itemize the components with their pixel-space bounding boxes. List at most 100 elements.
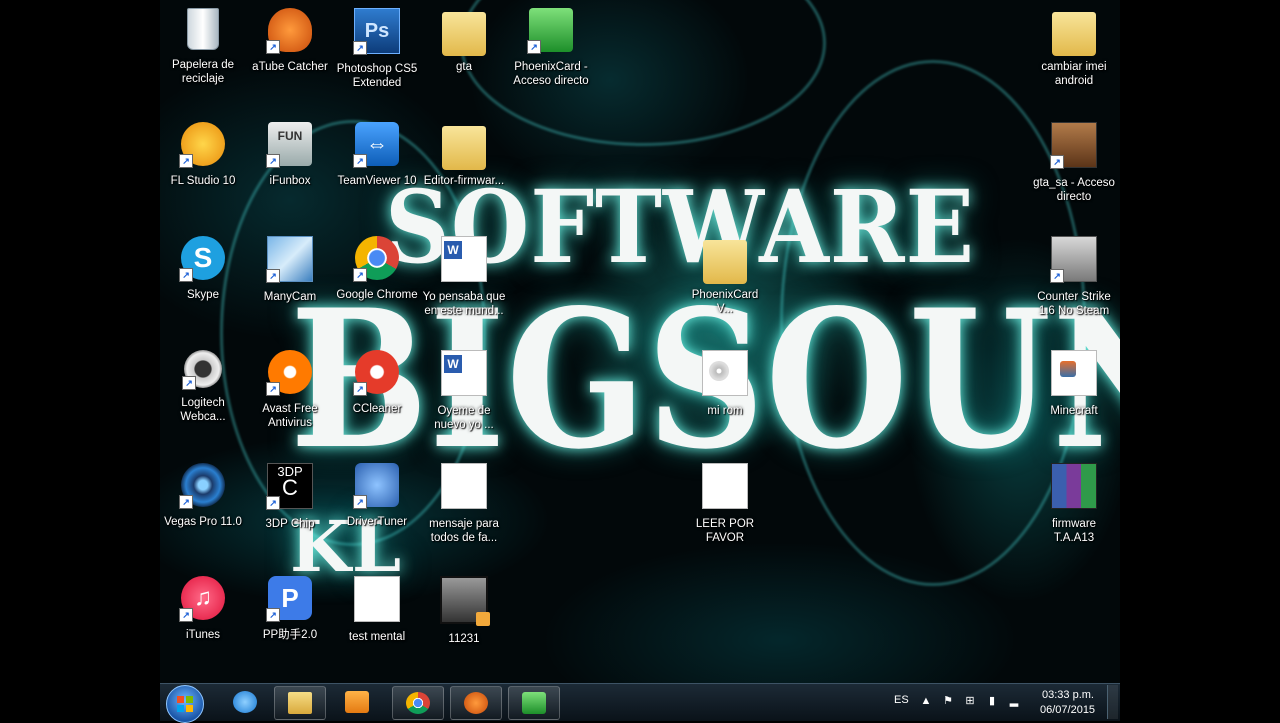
desktop-icon-label: 3DP Chip (265, 518, 315, 530)
vegas-pro-icon: ↗ (179, 463, 225, 509)
phoenixcard-icon: ↗ (527, 8, 573, 54)
desktop-icon-chrome[interactable]: ↗ Google Chrome (335, 236, 419, 302)
phoenixcard-icon (522, 692, 546, 714)
desktop-icon-flstudio[interactable]: ↗ FL Studio 10 (161, 122, 245, 188)
language-indicator[interactable]: ES (894, 694, 909, 706)
desktop-icon-label: Papelera de reciclaje (171, 59, 235, 85)
show-hidden-icons-icon[interactable]: ▲ (920, 695, 932, 707)
desktop-icon-skype[interactable]: S ↗ Skype (161, 236, 245, 302)
clock-date[interactable]: 06/07/2015 (1040, 704, 1095, 716)
action-center-flag-icon[interactable]: ⚑ (942, 695, 954, 707)
desktop-icon-vegas[interactable]: ↗ Vegas Pro 11.0 (161, 463, 245, 529)
desktop-icon-phoenixcard[interactable]: ↗ PhoenixCard - Acceso directo (509, 8, 593, 88)
taskbar: ES ▲ ⚑ ⊞ ▮ ▂ 03:33 p.m. 06/07/2015 (160, 683, 1120, 723)
desktop-icon-label: DriverTuner (346, 516, 408, 528)
desktop-icon-firmware[interactable]: firmware T.A.A13 (1032, 463, 1116, 545)
desktop-icon-cs[interactable]: ↗ Counter Strike 1.6 No Steam (1032, 236, 1116, 318)
winrar-archive-icon (1051, 463, 1097, 509)
desktop-icon-leer[interactable]: LEER POR FAVOR (683, 463, 767, 545)
desktop-icon-yopensaba[interactable]: Yo pensaba que en este mund... (422, 236, 506, 318)
taskbar-internet-explorer[interactable] (220, 686, 270, 718)
taskbar-phoenixcard[interactable] (508, 686, 560, 720)
desktop-icon-test[interactable]: test mental (335, 576, 419, 644)
desktop-icon-label: LEER POR FAVOR (695, 518, 755, 544)
desktop-icon-mensaje[interactable]: mensaje para todos de fa... (422, 463, 506, 545)
word-document-icon (441, 350, 487, 396)
internet-explorer-icon (233, 691, 257, 713)
video-file-icon (440, 576, 490, 626)
chrome-icon (406, 692, 430, 714)
desktop-icon-itunes[interactable]: ♫ ↗ iTunes (161, 576, 245, 642)
avast-icon: ↗ (266, 350, 312, 396)
desktop-icon-3dp[interactable]: 3DP C ↗ 3DP Chip (248, 463, 332, 531)
text-file-icon (441, 463, 487, 509)
windows-flag-icon[interactable]: ⊞ (964, 695, 976, 707)
desktop-icon-label: Google Chrome (336, 289, 418, 301)
taskbar-atube-catcher[interactable] (450, 686, 502, 720)
webcam-icon: ↗ (182, 350, 222, 390)
folder-icon (442, 126, 486, 170)
desktop-icon-label: gta (456, 61, 472, 73)
text-file-icon (702, 463, 748, 509)
desktop-icon-avast[interactable]: ↗ Avast Free Antivirus (248, 350, 332, 430)
desktop-icon-minecraft[interactable]: Minecraft (1032, 350, 1116, 418)
desktop-icon-pp[interactable]: P ↗ PP助手2.0 (248, 576, 332, 642)
photoshop-icon: Ps ↗ (353, 8, 400, 55)
taskbar-media-player[interactable] (332, 686, 382, 718)
folder-icon (1052, 12, 1096, 56)
start-button[interactable] (166, 685, 204, 723)
show-desktop-button[interactable] (1107, 685, 1118, 719)
desktop-icon-label: PhoenixCard - Acceso directo (513, 61, 589, 87)
desktop-icon-label: Photoshop CS5 Extended (336, 63, 418, 89)
manycam-icon: ↗ (266, 236, 313, 283)
fl-studio-icon: ↗ (179, 122, 225, 168)
gta-sa-icon: ↗ (1050, 122, 1097, 169)
desktop-icon-label: Minecraft (1050, 405, 1098, 417)
desktop-icon-editor[interactable]: Editor-firmwar... (422, 122, 506, 188)
ifunbox-icon: FUN ↗ (266, 122, 312, 168)
desktop-icon-drivertuner[interactable]: ↗ DriverTuner (335, 463, 419, 529)
desktop-icon-label: Vegas Pro 11.0 (164, 516, 242, 528)
itunes-icon: ♫ ↗ (179, 576, 225, 622)
recycle-bin-icon (187, 8, 219, 50)
network-signal-icon[interactable]: ▂ (1008, 695, 1020, 707)
chrome-icon: ↗ (353, 236, 399, 282)
counter-strike-icon: ↗ (1050, 236, 1097, 283)
desktop-icon-gtasa[interactable]: ↗ gta_sa - Acceso directo (1032, 122, 1116, 204)
taskbar-chrome[interactable] (392, 686, 444, 720)
clock-time[interactable]: 03:33 p.m. (1042, 689, 1094, 701)
desktop-icon-oyeme[interactable]: Oyeme de nuevo yo ... (422, 350, 506, 432)
desktop-icon-manycam[interactable]: ↗ ManyCam (248, 236, 332, 304)
folder-icon (703, 240, 747, 284)
desktop-icon-label: mi rom (707, 405, 743, 417)
desktop-icon-papelera[interactable]: Papelera de reciclaje (161, 8, 245, 86)
desktop-icon-label: aTube Catcher (252, 61, 328, 73)
desktop-icon-label: CCleaner (352, 403, 402, 415)
desktop-icon-label: mensaje para todos de fa... (429, 518, 499, 544)
desktop-icon-video[interactable]: 11231 (422, 576, 506, 646)
desktop-icon-atube[interactable]: ↗ aTube Catcher (248, 8, 332, 74)
desktop-icon-teamviewer[interactable]: ⇔ ↗ TeamViewer 10 (335, 122, 419, 188)
desktop-icon-phoenixv[interactable]: PhoenixCard V... (683, 236, 767, 316)
atube-catcher-icon: ↗ (266, 8, 312, 54)
ccleaner-icon: ↗ (353, 350, 399, 396)
desktop-icon-mirom[interactable]: mi rom (683, 350, 767, 418)
word-document-icon (441, 236, 487, 282)
desktop-icon-cambiar[interactable]: cambiar imei android (1032, 8, 1116, 88)
desktop-icon-ifunbox[interactable]: FUN ↗ iFunbox (248, 122, 332, 188)
disc-image-icon (702, 350, 748, 396)
desktop-icon-ccleaner[interactable]: ↗ CCleaner (335, 350, 419, 416)
desktop-icon-gta[interactable]: gta (422, 8, 506, 74)
media-player-icon (345, 691, 369, 713)
desktop-icon-label: firmware T.A.A13 (1051, 518, 1097, 544)
desktop-icon-logitech[interactable]: ↗ Logitech Webca... (161, 350, 245, 424)
desktop-icon-label: iTunes (185, 629, 221, 641)
desktop-icon-label: Oyeme de nuevo yo ... (434, 405, 494, 431)
desktop[interactable]: SOFTWARE BIGSOUND KL Papelera de recicla… (160, 0, 1120, 720)
java-file-icon (1051, 350, 1097, 396)
taskbar-file-explorer[interactable] (274, 686, 326, 720)
desktop-icon-photoshop[interactable]: Ps ↗ Photoshop CS5 Extended (335, 8, 419, 90)
power-icon[interactable]: ▮ (986, 695, 998, 707)
desktop-icon-label: PhoenixCard V... (691, 289, 759, 315)
desktop-icon-label: Yo pensaba que en este mund... (422, 291, 506, 317)
